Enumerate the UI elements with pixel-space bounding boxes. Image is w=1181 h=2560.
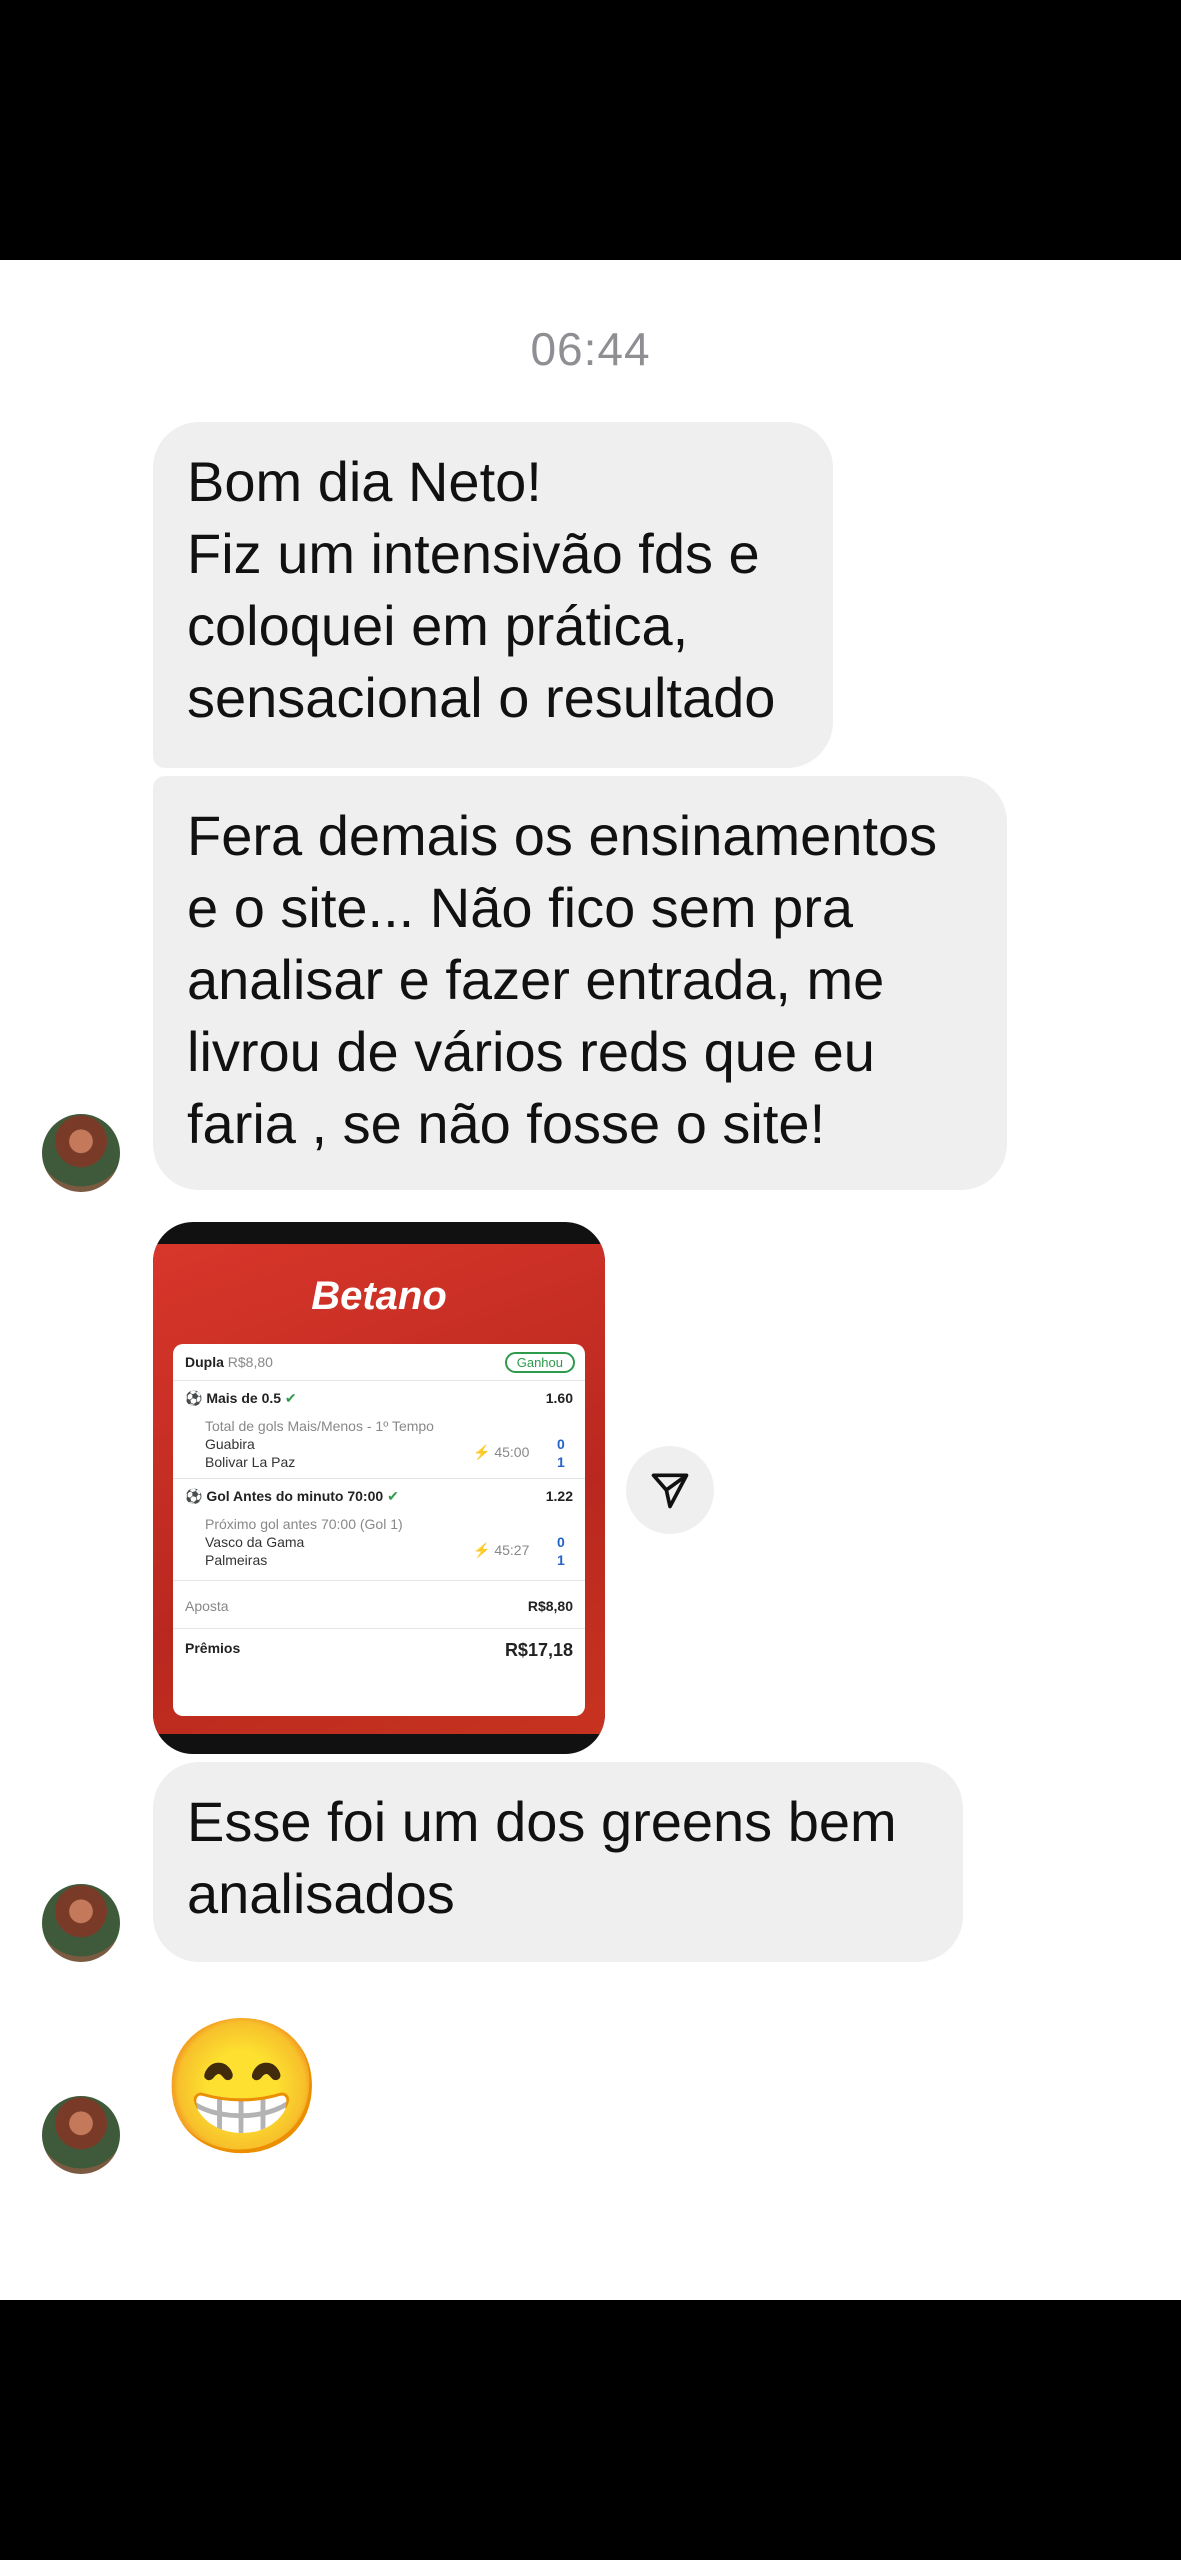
avatar[interactable] [42, 2096, 120, 2174]
selection-1: ⚽ Mais de 0.5 ✔ 1.60 [185, 1390, 573, 1406]
send-icon [651, 1473, 689, 1509]
check-icon: ✔ [387, 1488, 399, 1504]
share-button[interactable] [626, 1446, 714, 1534]
soccer-ball-icon: ⚽ [185, 1488, 203, 1504]
message-bubble[interactable]: Fera demais os ensinamentos e o site... … [153, 776, 1007, 1190]
selection-2: ⚽ Gol Antes do minuto 70:00 ✔ 1.22 [185, 1488, 573, 1504]
check-icon: ✔ [284, 1390, 297, 1406]
message-bubble[interactable]: Bom dia Neto! Fiz um intensivão fds e co… [153, 422, 833, 768]
status-badge: Ganhou [504, 1352, 575, 1373]
avatar[interactable] [42, 1884, 120, 1962]
bet-slip-card: Dupla R$8,80 Ganhou ⚽ Mais de 0.5 ✔ 1.60… [173, 1344, 585, 1716]
emoji-message[interactable]: 😁 [160, 2012, 324, 2162]
chat-thread: 06:44 Bom dia Neto! Fiz um intensivão fd… [0, 260, 1181, 2300]
avatar[interactable] [42, 1114, 120, 1192]
lightning-icon: ⚡ [473, 1444, 491, 1460]
message-bubble[interactable]: Esse foi um dos greens bem analisados [153, 1762, 963, 1962]
betano-logo: Betano [311, 1274, 447, 1318]
shared-image[interactable]: Betano Dupla R$8,80 Ganhou ⚽ Mais de 0.5… [153, 1222, 605, 1754]
soccer-ball-icon: ⚽ [185, 1390, 203, 1406]
message-timestamp: 06:44 [530, 323, 651, 375]
lightning-icon: ⚡ [473, 1542, 491, 1558]
